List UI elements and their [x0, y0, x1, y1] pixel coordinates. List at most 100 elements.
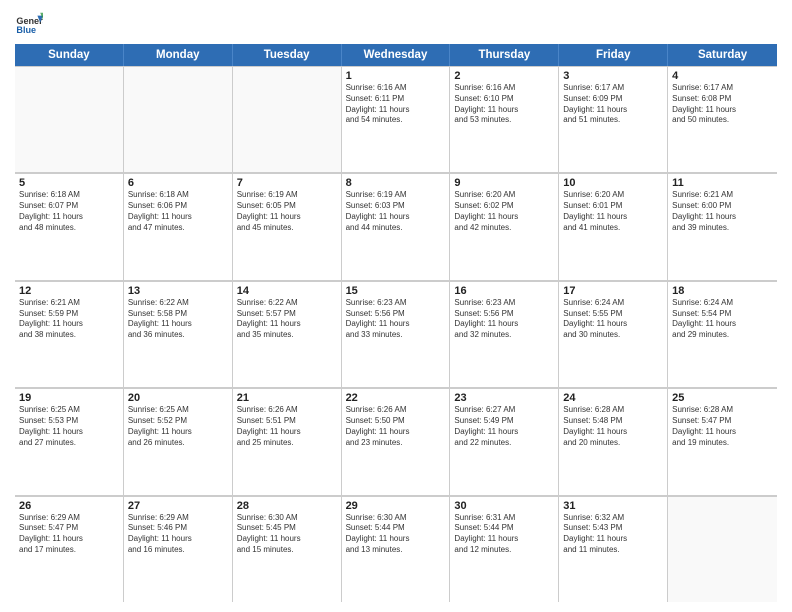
- calendar-row: 26Sunrise: 6:29 AM Sunset: 5:47 PM Dayli…: [15, 496, 777, 602]
- day-info: Sunrise: 6:17 AM Sunset: 6:08 PM Dayligh…: [672, 83, 773, 126]
- day-cell: 5Sunrise: 6:18 AM Sunset: 6:07 PM Daylig…: [15, 173, 124, 279]
- day-number: 14: [237, 285, 337, 297]
- day-cell: 2Sunrise: 6:16 AM Sunset: 6:10 PM Daylig…: [450, 66, 559, 172]
- day-info: Sunrise: 6:32 AM Sunset: 5:43 PM Dayligh…: [563, 513, 663, 556]
- day-number: 26: [19, 500, 119, 512]
- day-number: 25: [672, 392, 773, 404]
- day-info: Sunrise: 6:19 AM Sunset: 6:05 PM Dayligh…: [237, 190, 337, 233]
- day-info: Sunrise: 6:21 AM Sunset: 6:00 PM Dayligh…: [672, 190, 773, 233]
- day-cell: 24Sunrise: 6:28 AM Sunset: 5:48 PM Dayli…: [559, 388, 668, 494]
- day-cell: 18Sunrise: 6:24 AM Sunset: 5:54 PM Dayli…: [668, 281, 777, 387]
- day-number: 5: [19, 177, 119, 189]
- day-number: 3: [563, 70, 663, 82]
- day-number: 22: [346, 392, 446, 404]
- day-info: Sunrise: 6:30 AM Sunset: 5:44 PM Dayligh…: [346, 513, 446, 556]
- day-number: 28: [237, 500, 337, 512]
- day-info: Sunrise: 6:16 AM Sunset: 6:10 PM Dayligh…: [454, 83, 554, 126]
- day-number: 31: [563, 500, 663, 512]
- day-info: Sunrise: 6:25 AM Sunset: 5:53 PM Dayligh…: [19, 405, 119, 448]
- calendar: SundayMondayTuesdayWednesdayThursdayFrid…: [15, 44, 777, 602]
- day-cell: 25Sunrise: 6:28 AM Sunset: 5:47 PM Dayli…: [668, 388, 777, 494]
- day-cell: 4Sunrise: 6:17 AM Sunset: 6:08 PM Daylig…: [668, 66, 777, 172]
- day-cell: 15Sunrise: 6:23 AM Sunset: 5:56 PM Dayli…: [342, 281, 451, 387]
- day-cell: 12Sunrise: 6:21 AM Sunset: 5:59 PM Dayli…: [15, 281, 124, 387]
- empty-cell: [668, 496, 777, 602]
- day-cell: 17Sunrise: 6:24 AM Sunset: 5:55 PM Dayli…: [559, 281, 668, 387]
- day-number: 21: [237, 392, 337, 404]
- calendar-row: 5Sunrise: 6:18 AM Sunset: 6:07 PM Daylig…: [15, 173, 777, 280]
- day-info: Sunrise: 6:26 AM Sunset: 5:50 PM Dayligh…: [346, 405, 446, 448]
- weekday-header: Wednesday: [342, 44, 451, 66]
- day-number: 7: [237, 177, 337, 189]
- logo-icon: General Blue: [15, 10, 43, 38]
- day-number: 6: [128, 177, 228, 189]
- weekday-header: Friday: [559, 44, 668, 66]
- day-cell: 9Sunrise: 6:20 AM Sunset: 6:02 PM Daylig…: [450, 173, 559, 279]
- day-cell: 31Sunrise: 6:32 AM Sunset: 5:43 PM Dayli…: [559, 496, 668, 602]
- weekday-header: Tuesday: [233, 44, 342, 66]
- day-info: Sunrise: 6:31 AM Sunset: 5:44 PM Dayligh…: [454, 513, 554, 556]
- day-cell: 20Sunrise: 6:25 AM Sunset: 5:52 PM Dayli…: [124, 388, 233, 494]
- logo: General Blue: [15, 10, 45, 38]
- day-cell: 30Sunrise: 6:31 AM Sunset: 5:44 PM Dayli…: [450, 496, 559, 602]
- day-cell: 21Sunrise: 6:26 AM Sunset: 5:51 PM Dayli…: [233, 388, 342, 494]
- day-info: Sunrise: 6:30 AM Sunset: 5:45 PM Dayligh…: [237, 513, 337, 556]
- day-cell: 26Sunrise: 6:29 AM Sunset: 5:47 PM Dayli…: [15, 496, 124, 602]
- day-info: Sunrise: 6:18 AM Sunset: 6:07 PM Dayligh…: [19, 190, 119, 233]
- day-info: Sunrise: 6:29 AM Sunset: 5:47 PM Dayligh…: [19, 513, 119, 556]
- day-info: Sunrise: 6:23 AM Sunset: 5:56 PM Dayligh…: [454, 298, 554, 341]
- day-info: Sunrise: 6:24 AM Sunset: 5:55 PM Dayligh…: [563, 298, 663, 341]
- day-number: 17: [563, 285, 663, 297]
- day-info: Sunrise: 6:22 AM Sunset: 5:58 PM Dayligh…: [128, 298, 228, 341]
- day-cell: 10Sunrise: 6:20 AM Sunset: 6:01 PM Dayli…: [559, 173, 668, 279]
- day-info: Sunrise: 6:29 AM Sunset: 5:46 PM Dayligh…: [128, 513, 228, 556]
- empty-cell: [233, 66, 342, 172]
- day-info: Sunrise: 6:23 AM Sunset: 5:56 PM Dayligh…: [346, 298, 446, 341]
- empty-cell: [124, 66, 233, 172]
- day-number: 30: [454, 500, 554, 512]
- day-info: Sunrise: 6:26 AM Sunset: 5:51 PM Dayligh…: [237, 405, 337, 448]
- day-cell: 8Sunrise: 6:19 AM Sunset: 6:03 PM Daylig…: [342, 173, 451, 279]
- day-info: Sunrise: 6:16 AM Sunset: 6:11 PM Dayligh…: [346, 83, 446, 126]
- day-info: Sunrise: 6:17 AM Sunset: 6:09 PM Dayligh…: [563, 83, 663, 126]
- day-number: 16: [454, 285, 554, 297]
- day-info: Sunrise: 6:27 AM Sunset: 5:49 PM Dayligh…: [454, 405, 554, 448]
- day-info: Sunrise: 6:19 AM Sunset: 6:03 PM Dayligh…: [346, 190, 446, 233]
- day-cell: 13Sunrise: 6:22 AM Sunset: 5:58 PM Dayli…: [124, 281, 233, 387]
- weekday-header: Sunday: [15, 44, 124, 66]
- day-number: 19: [19, 392, 119, 404]
- day-number: 13: [128, 285, 228, 297]
- day-info: Sunrise: 6:21 AM Sunset: 5:59 PM Dayligh…: [19, 298, 119, 341]
- page: General Blue SundayMondayTuesdayWednesda…: [0, 0, 792, 612]
- weekday-header: Thursday: [450, 44, 559, 66]
- day-info: Sunrise: 6:20 AM Sunset: 6:01 PM Dayligh…: [563, 190, 663, 233]
- day-number: 23: [454, 392, 554, 404]
- day-number: 18: [672, 285, 773, 297]
- day-number: 2: [454, 70, 554, 82]
- day-number: 29: [346, 500, 446, 512]
- day-cell: 11Sunrise: 6:21 AM Sunset: 6:00 PM Dayli…: [668, 173, 777, 279]
- day-number: 8: [346, 177, 446, 189]
- day-number: 15: [346, 285, 446, 297]
- day-number: 24: [563, 392, 663, 404]
- day-cell: 7Sunrise: 6:19 AM Sunset: 6:05 PM Daylig…: [233, 173, 342, 279]
- calendar-row: 19Sunrise: 6:25 AM Sunset: 5:53 PM Dayli…: [15, 388, 777, 495]
- day-cell: 27Sunrise: 6:29 AM Sunset: 5:46 PM Dayli…: [124, 496, 233, 602]
- day-cell: 6Sunrise: 6:18 AM Sunset: 6:06 PM Daylig…: [124, 173, 233, 279]
- header: General Blue: [15, 10, 777, 38]
- day-cell: 23Sunrise: 6:27 AM Sunset: 5:49 PM Dayli…: [450, 388, 559, 494]
- day-info: Sunrise: 6:22 AM Sunset: 5:57 PM Dayligh…: [237, 298, 337, 341]
- calendar-row: 1Sunrise: 6:16 AM Sunset: 6:11 PM Daylig…: [15, 66, 777, 173]
- calendar-body: 1Sunrise: 6:16 AM Sunset: 6:11 PM Daylig…: [15, 66, 777, 602]
- day-cell: 29Sunrise: 6:30 AM Sunset: 5:44 PM Dayli…: [342, 496, 451, 602]
- calendar-header: SundayMondayTuesdayWednesdayThursdayFrid…: [15, 44, 777, 66]
- day-cell: 1Sunrise: 6:16 AM Sunset: 6:11 PM Daylig…: [342, 66, 451, 172]
- day-cell: 19Sunrise: 6:25 AM Sunset: 5:53 PM Dayli…: [15, 388, 124, 494]
- svg-text:Blue: Blue: [16, 25, 36, 35]
- day-info: Sunrise: 6:28 AM Sunset: 5:48 PM Dayligh…: [563, 405, 663, 448]
- calendar-row: 12Sunrise: 6:21 AM Sunset: 5:59 PM Dayli…: [15, 281, 777, 388]
- day-number: 11: [672, 177, 773, 189]
- day-info: Sunrise: 6:28 AM Sunset: 5:47 PM Dayligh…: [672, 405, 773, 448]
- weekday-header: Saturday: [668, 44, 777, 66]
- day-number: 12: [19, 285, 119, 297]
